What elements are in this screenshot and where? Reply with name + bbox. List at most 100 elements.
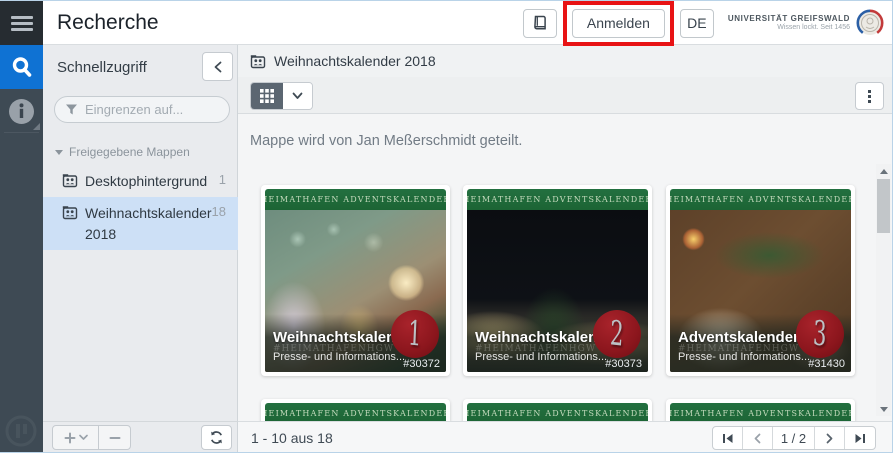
scroll-down-button[interactable] — [876, 402, 891, 416]
card-asset-id: #31430 — [808, 358, 845, 370]
tree-item-label: Desktophintergrund — [85, 171, 213, 191]
pagination: 1 / 2 — [712, 426, 876, 450]
tree-group-shared-folders[interactable]: Freigegebene Mappen — [43, 139, 238, 165]
refresh-icon — [209, 430, 224, 445]
asset-card-30372[interactable]: Heimathafen Adventskalender #heimathafen… — [261, 185, 450, 376]
grid-view-button[interactable] — [251, 83, 283, 109]
breadcrumb-label: Weihnachtskalender 2018 — [274, 53, 436, 69]
add-folder-button[interactable] — [53, 426, 99, 449]
filter-input[interactable] — [54, 96, 230, 123]
filter-field-wrap — [54, 96, 230, 123]
university-logo-text: UNIVERSITÄT GREIFSWALD Wissen lockt. Sei… — [728, 14, 850, 33]
grid-view-icon — [260, 89, 274, 103]
page-title: Recherche — [57, 11, 159, 35]
last-page-button[interactable] — [845, 427, 875, 449]
icon-rail — [0, 1, 43, 453]
top-header-bar: Recherche Anmelden DE UNIVERSITÄT GREIFS… — [43, 1, 893, 45]
kebab-menu-icon — [868, 90, 871, 93]
shared-folder-icon — [62, 205, 78, 220]
breadcrumb: Weihnachtskalender 2018 — [238, 45, 893, 77]
card-subtitle: Presse- und Informations... — [273, 351, 405, 363]
tree-item-desktophintergrund[interactable]: Desktophintergrund 1 — [43, 165, 238, 197]
tree-item-count: 1 — [219, 172, 226, 187]
quick-access-panel: Schnellzugriff Freigegebene Mappen — [43, 45, 238, 421]
help-book-button[interactable] — [523, 9, 557, 38]
calendar-number-badge: 1 — [391, 310, 439, 358]
hamburger-menu-icon — [11, 13, 33, 34]
calendar-number-badge: 2 — [593, 310, 641, 358]
login-button[interactable]: Anmelden — [572, 9, 665, 38]
submenu-corner-indicator — [33, 123, 40, 130]
university-name: UNIVERSITÄT GREIFSWALD — [728, 14, 850, 24]
results-range-label: 1 - 10 aus 18 — [251, 430, 333, 446]
card-subtitle: Presse- und Informations... — [475, 351, 607, 363]
first-page-button[interactable] — [713, 427, 743, 449]
filter-funnel-icon — [65, 103, 78, 116]
university-logo: UNIVERSITÄT GREIFSWALD Wissen lockt. Sei… — [728, 8, 885, 38]
caret-down-icon — [55, 150, 63, 155]
card-subtitle: Presse- und Informations... — [678, 351, 810, 363]
shared-folder-icon — [62, 173, 78, 188]
app-window: Recherche Anmelden DE UNIVERSITÄT GREIFS… — [0, 0, 893, 453]
previous-page-icon — [753, 433, 762, 444]
panel-header: Schnellzugriff — [43, 45, 237, 89]
previous-page-button[interactable] — [743, 427, 773, 449]
nav-search-active[interactable] — [0, 45, 43, 89]
scroll-up-button[interactable] — [876, 164, 891, 178]
last-page-icon — [854, 433, 866, 444]
remove-folder-button[interactable] — [99, 426, 130, 449]
collapse-panel-button[interactable] — [202, 52, 233, 81]
calendar-number-badge: 3 — [796, 310, 844, 358]
add-remove-button-group — [52, 425, 131, 450]
asset-card-30373[interactable]: Heimathafen Adventskalender #heimathafen… — [463, 185, 652, 376]
tree-item-label: Weihnachtskalender 2018 — [85, 203, 213, 244]
card-asset-id: #30373 — [605, 358, 642, 370]
chevron-down-icon — [79, 434, 88, 441]
search-icon — [10, 55, 34, 79]
view-mode-split-button[interactable] — [250, 82, 313, 110]
asset-card-31430[interactable]: Heimathafen Adventskalender #heimathafen… — [666, 185, 855, 376]
more-options-button[interactable] — [855, 82, 884, 110]
chevron-left-icon — [213, 61, 223, 73]
shared-folder-icon — [250, 54, 266, 69]
plus-icon — [64, 432, 76, 444]
university-seal-icon — [855, 8, 885, 38]
card-banner: Heimathafen Adventskalender — [467, 189, 648, 210]
share-message: Mappe wird von Jan Meßerschmidt geteilt. — [250, 133, 522, 149]
first-page-icon — [722, 433, 734, 444]
folder-tree: Freigegebene Mappen Desktophintergrund 1 — [43, 139, 238, 250]
view-mode-dropdown-button[interactable] — [283, 83, 312, 109]
scroll-up-icon — [880, 169, 888, 174]
main-content: Weihnachtskalender 2018 — [238, 45, 893, 421]
scrollbar-thumb[interactable] — [877, 179, 890, 233]
next-page-icon — [825, 433, 834, 444]
card-asset-id: #30372 — [403, 358, 440, 370]
card-title: Adventskalender — [678, 329, 799, 346]
results-footer: 1 - 10 aus 18 1 / 2 — [238, 421, 893, 453]
chevron-down-icon — [292, 92, 303, 100]
tree-item-count: 18 — [212, 204, 226, 219]
card-image: #heimathafenhgw Adventskalender Presse- … — [670, 210, 851, 372]
card-image: #heimathafenhgw Weihnachtskalender Press… — [265, 210, 446, 372]
card-banner: Heimathafen Adventskalender — [265, 189, 446, 210]
panel-footer — [43, 421, 238, 453]
card-image: #heimathafenhgw Weihnachtskalender Press… — [467, 210, 648, 372]
content-toolbar — [238, 77, 893, 114]
book-icon — [531, 15, 548, 32]
next-page-button[interactable] — [815, 427, 845, 449]
university-slogan: Wissen lockt. Seit 1456 — [728, 24, 850, 33]
scroll-down-icon — [880, 407, 888, 412]
rail-divider — [4, 132, 39, 133]
annotation-highlight-box: Anmelden — [563, 1, 674, 46]
tree-item-weihnachtskalender-2018[interactable]: Weihnachtskalender 2018 18 — [43, 197, 238, 250]
tree-group-label: Freigegebene Mappen — [69, 145, 190, 159]
vertical-scrollbar[interactable] — [876, 164, 891, 416]
main-menu-button[interactable] — [0, 1, 43, 45]
info-icon — [8, 98, 35, 125]
page-indicator: 1 / 2 — [773, 427, 815, 449]
panel-title: Schnellzugriff — [57, 59, 147, 76]
refresh-button[interactable] — [201, 425, 232, 450]
card-banner: Heimathafen Adventskalender — [670, 189, 851, 210]
nav-info[interactable] — [0, 89, 43, 133]
language-button[interactable]: DE — [680, 9, 714, 38]
